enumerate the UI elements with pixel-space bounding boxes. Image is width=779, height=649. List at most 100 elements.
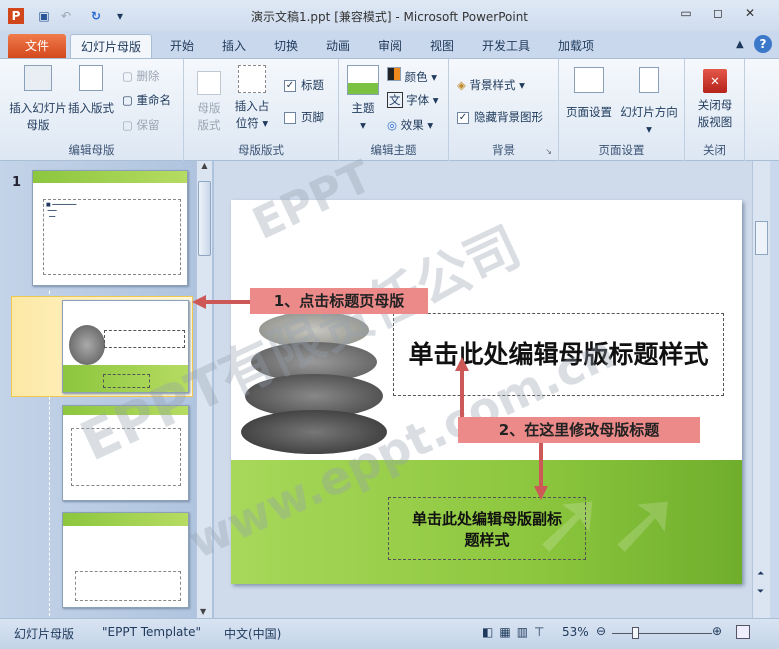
label: 字体 [406, 93, 430, 107]
label: 插入占位符 [234, 99, 270, 130]
scroll-down-icon[interactable]: ▼ [200, 607, 206, 616]
preserve-button[interactable]: ▢ 保留 [122, 117, 160, 134]
slideshow-icon[interactable]: ⊤ [534, 625, 550, 639]
group-master-layout: 母版版式 插入占位符 ▾ ✓ 标题 页脚 母版版式 [184, 59, 339, 161]
reading-view-icon[interactable]: ▥ [517, 625, 534, 639]
editor-scrollbar[interactable]: ⏶ ⏷ [752, 161, 770, 618]
scrollbar-thumb[interactable] [755, 221, 768, 255]
group-label: 背景 [492, 143, 515, 157]
master-layout-button[interactable]: 母版版式 [192, 71, 226, 134]
slide-thumbnails-pane: 1 ■ ━━━━━━━━ ━━━ ━━ ▲ ▼ [0, 161, 214, 618]
label: 页面设置 [566, 105, 612, 119]
tab-transitions[interactable]: 切换 [264, 34, 308, 59]
zoom-slider[interactable] [612, 633, 712, 634]
slide-master-icon [24, 65, 52, 91]
label: 重命名 [136, 93, 172, 107]
group-close: ✕ 关闭母版视图 关闭 [685, 59, 745, 161]
status-theme[interactable]: "EPPT Template" [102, 625, 201, 639]
checkbox-icon: ✓ [457, 111, 469, 124]
group-label: 页面设置 [598, 143, 645, 157]
normal-view-icon[interactable]: ◧ [482, 625, 499, 639]
placeholder-icon [238, 65, 266, 93]
previous-slide-icon[interactable]: ⏶ [757, 569, 764, 579]
themes-button[interactable]: 主题 ▾ [345, 65, 381, 134]
page-setup-button[interactable]: 页面设置 [563, 67, 615, 121]
arrow-shaft [539, 443, 543, 487]
dialog-launcher-icon[interactable]: ↘ [545, 147, 552, 156]
insert-layout-button[interactable]: 插入版式 [64, 65, 118, 117]
insert-slide-master-button[interactable]: 插入幻灯片母版 [8, 65, 68, 134]
footer-checkbox[interactable]: 页脚 [284, 109, 324, 126]
group-background: ◈ 背景样式 ▾ ✓ 隐藏背景图形 背景 ↘ [449, 59, 559, 161]
status-view: 幻灯片母版 [14, 627, 75, 641]
layout-icon [79, 65, 103, 91]
background-styles-button[interactable]: ◈ 背景样式 ▾ [457, 77, 525, 94]
label: 插入版式 [68, 101, 114, 115]
effects-button[interactable]: ◎ 效果 ▾ [387, 117, 433, 134]
status-bar: 幻灯片母版 "EPPT Template" 中文(中国) ◧▦▥⊤ 53% ⊖ … [0, 618, 779, 649]
tab-animations[interactable]: 动画 [316, 34, 360, 59]
tab-slide-master[interactable]: 幻灯片母版 [70, 34, 153, 59]
next-slide-icon[interactable]: ⏷ [757, 587, 764, 597]
tab-review[interactable]: 审阅 [368, 34, 412, 59]
thumbnail-layout-2[interactable] [62, 405, 189, 501]
group-edit-master: 插入幻灯片母版 插入版式 ▢ 删除 ▢ 重命名 ▢ 保留 编辑母版 [0, 59, 184, 161]
title-checkbox[interactable]: ✓ 标题 [284, 77, 324, 94]
label: 主题 [351, 101, 375, 115]
ribbon: 插入幻灯片母版 插入版式 ▢ 删除 ▢ 重命名 ▢ 保留 编辑母版 母版版式 插… [0, 58, 779, 161]
zoom-level[interactable]: 53% [562, 625, 589, 639]
group-page-setup: 页面设置 幻灯片方向 ▾ 页面设置 [559, 59, 685, 161]
master-layout-icon [197, 71, 221, 95]
label: 母版版式 [197, 101, 221, 132]
annotation-step2: 2、在这里修改母版标题 [458, 417, 700, 443]
tab-home[interactable]: 开始 [160, 34, 204, 59]
minimize-ribbon-icon[interactable]: ▲ [736, 39, 744, 50]
orientation-icon [639, 67, 659, 93]
label: 效果 [400, 118, 424, 132]
scroll-up-icon[interactable]: ▲ [197, 161, 212, 170]
rename-button[interactable]: ▢ 重命名 [122, 92, 171, 109]
help-icon[interactable]: ? [754, 35, 772, 53]
page-setup-icon [574, 67, 604, 93]
fit-to-window-icon[interactable] [736, 625, 750, 639]
thumbnails-scrollbar[interactable]: ▲ ▼ [196, 161, 212, 618]
insert-placeholder-button[interactable]: 插入占位符 ▾ [230, 65, 274, 132]
group-label: 编辑主题 [370, 143, 417, 157]
tab-view[interactable]: 视图 [420, 34, 464, 59]
ribbon-tabs: 文件 幻灯片母版 开始 插入 切换 动画 审阅 视图 开发工具 加载项 ▲ ? [0, 31, 779, 59]
group-edit-theme: 主题 ▾ 颜色 ▾ 文 字体 ▾ ◎ 效果 ▾ 编辑主题 [339, 59, 449, 161]
thumbnail-slide-master[interactable]: ■ ━━━━━━━━ ━━━ ━━ [32, 170, 188, 286]
fonts-button[interactable]: 文 字体 ▾ [387, 92, 439, 109]
zoom-in-icon[interactable]: ⊕ [712, 624, 722, 638]
group-label: 编辑母版 [68, 143, 115, 157]
hide-background-checkbox[interactable]: ✓ 隐藏背景图形 [457, 109, 543, 126]
delete-button[interactable]: ▢ 删除 [122, 68, 160, 85]
restore-button[interactable]: ◻ [706, 6, 730, 24]
tab-developer[interactable]: 开发工具 [472, 34, 540, 59]
view-buttons[interactable]: ◧▦▥⊤ [482, 625, 550, 639]
slide-canvas: ➚➚ 单击此处编辑母版标题样式 单击此处编辑母版副标题样式 [231, 200, 742, 584]
title-bar: P ▣ ↶ ↻ ▾ 演示文稿1.ppt [兼容模式] - Microsoft P… [0, 0, 779, 31]
label: 标题 [301, 78, 324, 92]
subtitle-placeholder[interactable]: 单击此处编辑母版副标题样式 [388, 497, 586, 560]
theme-icon [347, 65, 379, 95]
close-button[interactable]: ✕ [738, 6, 762, 24]
tab-insert[interactable]: 插入 [212, 34, 256, 59]
label: 背景样式 [469, 78, 516, 92]
slide-sorter-icon[interactable]: ▦ [499, 625, 516, 639]
arrow-shaft [205, 300, 251, 304]
minimize-button[interactable]: ▭ [674, 6, 698, 24]
zoom-out-icon[interactable]: ⊖ [596, 624, 606, 638]
label: 保留 [136, 118, 160, 132]
scrollbar-thumb[interactable] [198, 181, 211, 256]
thumbnail-title-layout[interactable] [62, 300, 189, 393]
status-language[interactable]: 中文(中国) [224, 625, 281, 642]
close-master-view-button[interactable]: ✕ 关闭母版视图 [689, 69, 741, 131]
tab-file[interactable]: 文件 [8, 34, 66, 59]
thumbnail-layout-3[interactable] [62, 512, 189, 608]
tab-addins[interactable]: 加载项 [548, 34, 604, 59]
title-placeholder[interactable]: 单击此处编辑母版标题样式 [393, 313, 724, 396]
slide-orientation-button[interactable]: 幻灯片方向 ▾ [617, 67, 681, 138]
colors-button[interactable]: 颜色 ▾ [387, 67, 437, 86]
zoom-slider-thumb[interactable] [632, 627, 639, 639]
